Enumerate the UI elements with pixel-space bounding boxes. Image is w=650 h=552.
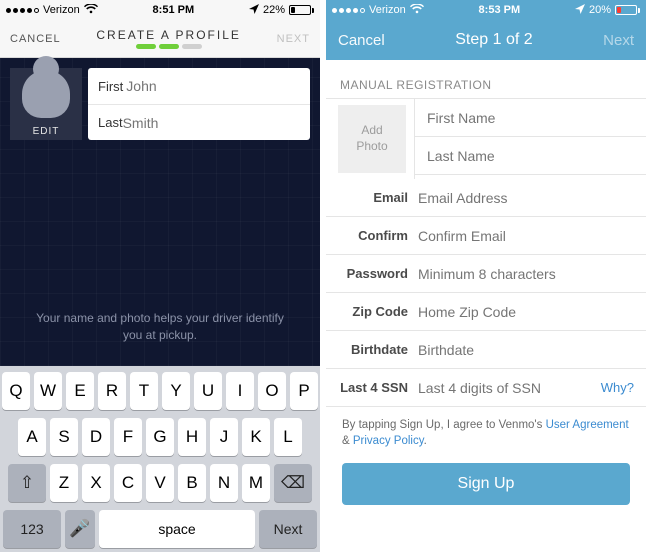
battery-percent: 22%: [263, 4, 285, 16]
key-d[interactable]: D: [82, 418, 110, 456]
key-p[interactable]: P: [290, 372, 318, 410]
battery-icon: [289, 5, 314, 15]
key-q[interactable]: Q: [2, 372, 30, 410]
progress-indicator-icon: [136, 44, 202, 49]
zip-input[interactable]: [418, 304, 634, 320]
clock: 8:51 PM: [153, 4, 195, 16]
ssn-label: Last 4 SSN: [326, 380, 418, 395]
next-button[interactable]: NEXT: [277, 33, 310, 45]
ssn-input[interactable]: [418, 380, 601, 396]
key-n[interactable]: N: [210, 464, 238, 502]
nav-title: Step 1 of 2: [455, 31, 532, 49]
name-form: First Last: [88, 68, 310, 140]
section-header: MANUAL REGISTRATION: [326, 78, 646, 98]
key-w[interactable]: W: [34, 372, 62, 410]
key-l[interactable]: L: [274, 418, 302, 456]
email-label: Email: [326, 190, 418, 205]
status-bar: Verizon 8:51 PM 22%: [0, 0, 320, 20]
uber-create-profile-screen: Verizon 8:51 PM 22% CANCEL CREATE A PROF…: [0, 0, 320, 552]
mic-key[interactable]: 🎤: [65, 510, 95, 548]
key-a[interactable]: A: [18, 418, 46, 456]
wifi-icon: [84, 4, 98, 17]
nav-bar: CANCEL CREATE A PROFILE NEXT: [0, 20, 320, 58]
battery-icon: [615, 5, 640, 15]
helper-text: Your name and photo helps your driver id…: [30, 310, 290, 344]
nav-title: CREATE A PROFILE: [96, 28, 240, 42]
venmo-registration-screen: Verizon 8:53 PM 20% Cancel Step 1 of 2 N…: [326, 0, 646, 552]
key-b[interactable]: B: [178, 464, 206, 502]
profile-photo-button[interactable]: EDIT: [10, 68, 82, 140]
nav-bar: Cancel Step 1 of 2 Next: [326, 20, 646, 60]
key-m[interactable]: M: [242, 464, 270, 502]
location-icon: [575, 4, 585, 17]
status-bar: Verizon 8:53 PM 20%: [326, 0, 646, 20]
key-f[interactable]: F: [114, 418, 142, 456]
delete-key[interactable]: ⌫: [274, 464, 312, 502]
keyboard-next-key[interactable]: Next: [259, 510, 317, 548]
birthdate-label: Birthdate: [326, 342, 418, 357]
key-o[interactable]: O: [258, 372, 286, 410]
key-z[interactable]: Z: [50, 464, 78, 502]
terms-pre: By tapping Sign Up, I agree to Venmo's: [342, 419, 546, 431]
key-r[interactable]: R: [98, 372, 126, 410]
carrier-label: Verizon: [43, 4, 80, 16]
key-j[interactable]: J: [210, 418, 238, 456]
key-i[interactable]: I: [226, 372, 254, 410]
key-u[interactable]: U: [194, 372, 222, 410]
wifi-icon: [410, 4, 424, 17]
carrier-label: Verizon: [369, 4, 406, 16]
password-input[interactable]: [418, 266, 634, 282]
form-area: EDIT First Last Your name and photo help…: [0, 58, 320, 366]
next-button[interactable]: Next: [603, 32, 634, 49]
location-icon: [249, 4, 259, 17]
cancel-button[interactable]: CANCEL: [10, 33, 61, 45]
avatar-placeholder-icon: [22, 70, 70, 118]
signal-dots-icon: [6, 8, 39, 13]
battery-percent: 20%: [589, 4, 611, 16]
form-area: MANUAL REGISTRATION Add Photo Email Co: [326, 60, 646, 517]
numbers-key[interactable]: 123: [3, 510, 61, 548]
key-y[interactable]: Y: [162, 372, 190, 410]
first-name-input[interactable]: [427, 110, 634, 126]
key-k[interactable]: K: [242, 418, 270, 456]
last-name-label: Last: [98, 115, 123, 130]
terms-mid: &: [342, 435, 353, 447]
key-v[interactable]: V: [146, 464, 174, 502]
confirm-email-input[interactable]: [418, 228, 634, 244]
privacy-policy-link[interactable]: Privacy Policy: [353, 435, 424, 447]
key-t[interactable]: T: [130, 372, 158, 410]
last-name-input[interactable]: [123, 115, 304, 131]
add-photo-button[interactable]: Add Photo: [338, 105, 406, 173]
edit-photo-label: EDIT: [33, 124, 60, 140]
first-name-label: First: [98, 79, 123, 94]
key-x[interactable]: X: [82, 464, 110, 502]
key-g[interactable]: G: [146, 418, 174, 456]
shift-key[interactable]: ⇧: [8, 464, 46, 502]
user-agreement-link[interactable]: User Agreement: [546, 419, 629, 431]
key-c[interactable]: C: [114, 464, 142, 502]
space-key[interactable]: space: [99, 510, 255, 548]
sign-up-button[interactable]: Sign Up: [342, 463, 630, 505]
last-name-input[interactable]: [427, 148, 634, 164]
key-e[interactable]: E: [66, 372, 94, 410]
signal-dots-icon: [332, 8, 365, 13]
terms-post: .: [424, 435, 427, 447]
ios-keyboard: QWERTYUIOP ASDFGHJKL ⇧ ZXCVBNM ⌫ 123 🎤 s…: [0, 366, 320, 552]
confirm-email-label: Confirm: [326, 228, 418, 243]
birthdate-input[interactable]: [418, 342, 634, 358]
first-name-input[interactable]: [126, 78, 307, 94]
clock: 8:53 PM: [479, 4, 521, 16]
terms-text: By tapping Sign Up, I agree to Venmo's U…: [326, 407, 646, 459]
email-input[interactable]: [418, 190, 634, 206]
cancel-button[interactable]: Cancel: [338, 32, 385, 49]
key-s[interactable]: S: [50, 418, 78, 456]
password-label: Password: [326, 266, 418, 281]
zip-label: Zip Code: [326, 304, 418, 319]
key-h[interactable]: H: [178, 418, 206, 456]
why-link[interactable]: Why?: [601, 380, 634, 395]
